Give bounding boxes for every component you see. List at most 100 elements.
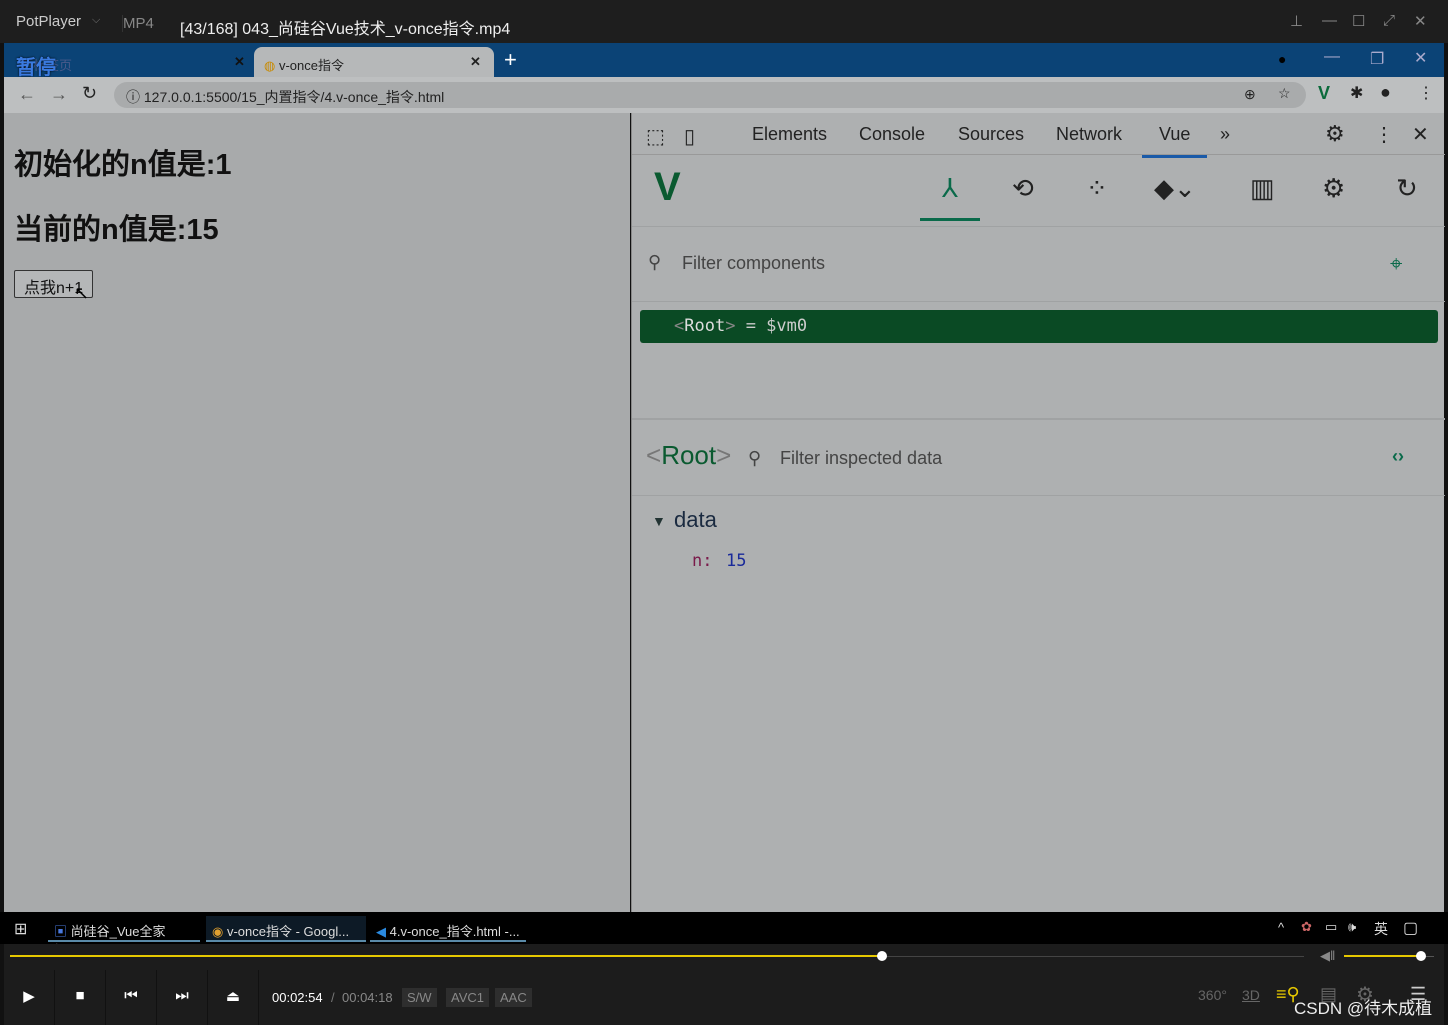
more-icon[interactable]: ⋮ bbox=[1374, 122, 1394, 147]
pin-icon[interactable]: ⊥ bbox=[1290, 12, 1303, 30]
profile-avatar[interactable]: ● bbox=[1380, 82, 1391, 103]
forward-icon[interactable]: → bbox=[50, 84, 68, 105]
root-tag: Root bbox=[684, 316, 726, 336]
vscode-icon: ◀ bbox=[376, 924, 386, 939]
vue-logo: V bbox=[654, 165, 681, 209]
inspect-element-icon[interactable]: ⬚ bbox=[646, 124, 665, 149]
settings-icon[interactable]: ⚙ bbox=[1322, 173, 1345, 204]
taskbar-item-chrome[interactable]: ◉ v-once指令 - Googl... bbox=[206, 916, 366, 942]
close-icon[interactable]: ✕ bbox=[1414, 48, 1427, 68]
taskbar-item-word[interactable]: ▣ 尚硅谷_Vue全家桶.d... bbox=[48, 916, 200, 958]
tab-v-once[interactable]: ◍ v-once指令 ✕ bbox=[254, 47, 494, 77]
player-title-bar: PotPlayer ⌵ MP4 [43/168] 043_尚硅谷Vue技术_v-… bbox=[0, 0, 1448, 43]
bookmark-star-icon[interactable]: ☆ bbox=[1278, 85, 1291, 102]
time-current: 00:02:54 bbox=[272, 990, 323, 1005]
3d-button[interactable]: 3D bbox=[1242, 987, 1260, 1003]
play-icon[interactable]: ▶ bbox=[4, 970, 55, 1025]
component-tree-root[interactable]: <Root> = $vm0 bbox=[640, 310, 1438, 343]
address-bar: ← → ↻ ⓘ 127.0.0.1:5500/15_内置指令/4.v-once_… bbox=[4, 77, 1444, 113]
notifications-icon[interactable]: ▢ bbox=[1403, 918, 1418, 938]
url-input[interactable]: ⓘ 127.0.0.1:5500/15_内置指令/4.v-once_指令.htm… bbox=[114, 82, 1306, 108]
zoom-icon[interactable]: ⊕ bbox=[1244, 86, 1256, 103]
potplayer-menu[interactable]: PotPlayer bbox=[16, 13, 81, 30]
next-icon[interactable]: ⏭ bbox=[157, 970, 208, 1025]
video-title: [43/168] 043_尚硅谷Vue技术_v-once指令.mp4 bbox=[180, 21, 511, 38]
new-tab-icon[interactable]: + bbox=[504, 47, 517, 73]
filter-components-input[interactable]: Filter components bbox=[682, 253, 825, 274]
url-text: 127.0.0.1:5500/15_内置指令/4.v-once_指令.html bbox=[143, 89, 445, 105]
tab-network[interactable]: Network bbox=[1056, 124, 1122, 145]
volume-level bbox=[1344, 955, 1421, 957]
restore-icon[interactable]: ❐ bbox=[1370, 49, 1384, 69]
performance-icon[interactable]: ▥ bbox=[1250, 173, 1275, 204]
info-icon: ⓘ bbox=[126, 89, 140, 105]
minimize-icon[interactable]: — bbox=[1324, 48, 1340, 66]
badge-sw[interactable]: S/W bbox=[402, 988, 437, 1007]
search-icon: ⚲ bbox=[648, 252, 662, 272]
maximize-icon[interactable]: ☐ bbox=[1352, 12, 1365, 30]
page-content: 初始化的n值是:1 当前的n值是:15 点我n+1 ↖ bbox=[4, 113, 630, 912]
tab-label: v-once指令 bbox=[278, 58, 344, 73]
collapse-triangle-icon[interactable]: ▼ bbox=[652, 513, 666, 529]
menu-icon[interactable]: ⋮ bbox=[1418, 83, 1434, 103]
search-icon: ⚲ bbox=[748, 448, 762, 468]
previous-icon[interactable]: ⏮ bbox=[106, 970, 157, 1025]
windows-start-icon[interactable]: ⊞ bbox=[14, 919, 27, 939]
prop-value[interactable]: 15 bbox=[726, 551, 746, 571]
stop-icon[interactable]: ■ bbox=[55, 970, 106, 1025]
seek-handle[interactable] bbox=[877, 951, 888, 961]
tab-console[interactable]: Console bbox=[859, 124, 925, 145]
reload-icon[interactable]: ↻ bbox=[82, 83, 97, 104]
close-icon[interactable]: ✕ bbox=[1414, 12, 1427, 30]
tab-elements[interactable]: Elements bbox=[752, 124, 827, 145]
badge-aac[interactable]: AAC bbox=[495, 988, 532, 1007]
close-tab-icon[interactable]: ✕ bbox=[470, 54, 481, 70]
tab-vue[interactable]: Vue bbox=[1142, 124, 1208, 158]
device-toolbar-icon[interactable]: ▯ bbox=[684, 124, 695, 149]
extensions-icon[interactable]: ✱ bbox=[1350, 83, 1363, 103]
chevron-down-icon[interactable]: ⌵ bbox=[92, 14, 100, 27]
watermark: CSDN @待木成植 bbox=[1294, 999, 1433, 1018]
components-tab-icon[interactable]: ⅄ bbox=[920, 173, 980, 221]
router-icon[interactable]: ◆⌄ bbox=[1154, 173, 1196, 204]
taskbar-item-vscode[interactable]: ◀ 4.v-once_指令.html -... bbox=[370, 916, 526, 942]
vuex-icon[interactable]: ⁘ bbox=[1086, 173, 1108, 204]
tray-app-icon[interactable]: ✿ bbox=[1301, 919, 1312, 935]
initial-n-heading: 初始化的n值是:1 bbox=[14, 149, 232, 181]
vue-toolbar: V ⅄ ⟲ ⁘ ◆⌄ ▥ ⚙ ↻ bbox=[632, 155, 1445, 227]
fullscreen-icon[interactable]: ⤢ bbox=[1383, 12, 1395, 29]
close-tab-icon[interactable]: ✕ bbox=[234, 54, 245, 70]
refresh-icon[interactable]: ↻ bbox=[1396, 173, 1418, 204]
seek-progress bbox=[10, 955, 883, 957]
close-devtools-icon[interactable]: ✕ bbox=[1412, 122, 1429, 147]
settings-icon[interactable]: ⚙ bbox=[1325, 121, 1345, 147]
vue-favicon-icon: ◍ bbox=[264, 58, 276, 73]
filter-inspected-input[interactable]: Filter inspected data bbox=[780, 448, 942, 469]
volume-icon[interactable]: 🕪 bbox=[1348, 919, 1356, 935]
windows-taskbar: ⊞ ▣ 尚硅谷_Vue全家桶.d... ◉ v-once指令 - Googl..… bbox=[0, 912, 1448, 958]
record-icon[interactable]: ● bbox=[1278, 51, 1286, 67]
ime-indicator[interactable]: 英 bbox=[1374, 919, 1388, 939]
word-icon: ▣ bbox=[54, 924, 68, 939]
timeline-icon[interactable]: ⟲ bbox=[1012, 173, 1034, 204]
battery-icon[interactable]: ▭ bbox=[1325, 919, 1337, 935]
360-button[interactable]: 360° bbox=[1198, 987, 1227, 1003]
volume-handle[interactable] bbox=[1415, 951, 1426, 961]
tab-sources[interactable]: Sources bbox=[958, 124, 1024, 145]
eject-icon[interactable]: ⏏ bbox=[208, 970, 259, 1025]
osd-pause-text: 暂停 bbox=[16, 57, 56, 79]
more-tabs-icon[interactable]: » bbox=[1220, 124, 1230, 145]
badge-avc1[interactable]: AVC1 bbox=[446, 988, 489, 1007]
devtools-panel: ⬚ ▯ Elements Console Sources Network Vue… bbox=[631, 113, 1445, 912]
tray-chevron-icon[interactable]: ^ bbox=[1278, 920, 1284, 935]
mute-icon[interactable]: ◀‖ bbox=[1320, 948, 1335, 964]
inspector-header: <Root> ⚲ Filter inspected data ‹› bbox=[632, 418, 1445, 496]
prop-key: n: bbox=[692, 551, 713, 571]
back-icon[interactable]: ← bbox=[18, 84, 36, 105]
open-in-editor-icon[interactable]: ‹› bbox=[1392, 446, 1404, 467]
minimize-icon[interactable]: — bbox=[1322, 12, 1337, 29]
seek-bar[interactable]: ◀‖ bbox=[4, 944, 1444, 970]
vue-extension-icon[interactable]: V bbox=[1318, 83, 1330, 104]
chrome-icon: ◉ bbox=[212, 924, 224, 939]
select-component-icon[interactable]: ⌖ bbox=[1390, 251, 1402, 277]
